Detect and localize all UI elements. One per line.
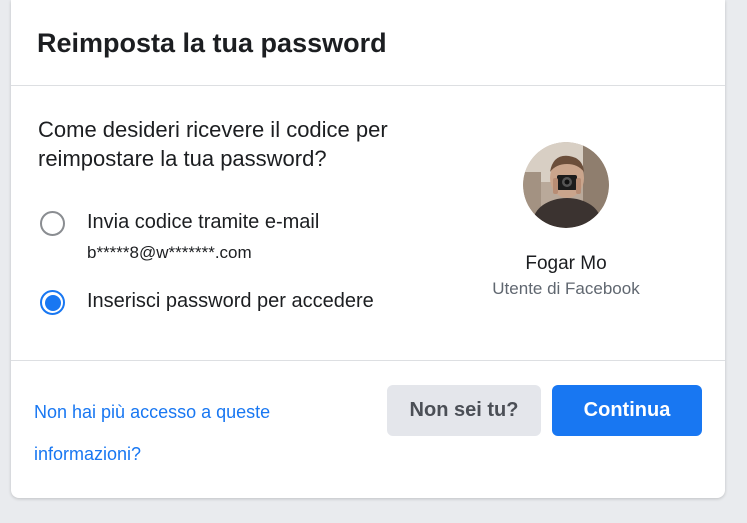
avatar	[523, 142, 609, 228]
dialog-title: Reimposta la tua password	[37, 28, 387, 58]
question-text: Come desideri ricevere il codice per rei…	[38, 117, 388, 171]
dialog-header: Reimposta la tua password	[11, 0, 725, 86]
not-you-button[interactable]: Non sei tu?	[387, 385, 541, 436]
option-email-label: Invia codice tramite e-mail	[87, 211, 320, 233]
profile-card: Fogar Mo Utente di Facebook	[460, 142, 672, 299]
profile-name: Fogar Mo	[525, 253, 607, 274]
continue-button[interactable]: Continua	[552, 385, 702, 436]
masked-email: b*****8@w*******.com	[87, 243, 252, 262]
dialog-footer: Non hai più accesso a queste informazion…	[11, 361, 725, 498]
email-code-radio[interactable]	[40, 211, 65, 236]
dialog-body: Come desideri ricevere il codice per rei…	[11, 86, 725, 361]
profile-subtitle: Utente di Facebook	[492, 279, 640, 298]
enter-password-radio[interactable]	[40, 290, 65, 315]
no-access-link[interactable]: Non hai più accesso a queste informazion…	[34, 391, 364, 475]
reset-password-dialog: Reimposta la tua password Come desideri …	[11, 0, 725, 498]
option-password-label: Inserisci password per accedere	[87, 290, 374, 312]
